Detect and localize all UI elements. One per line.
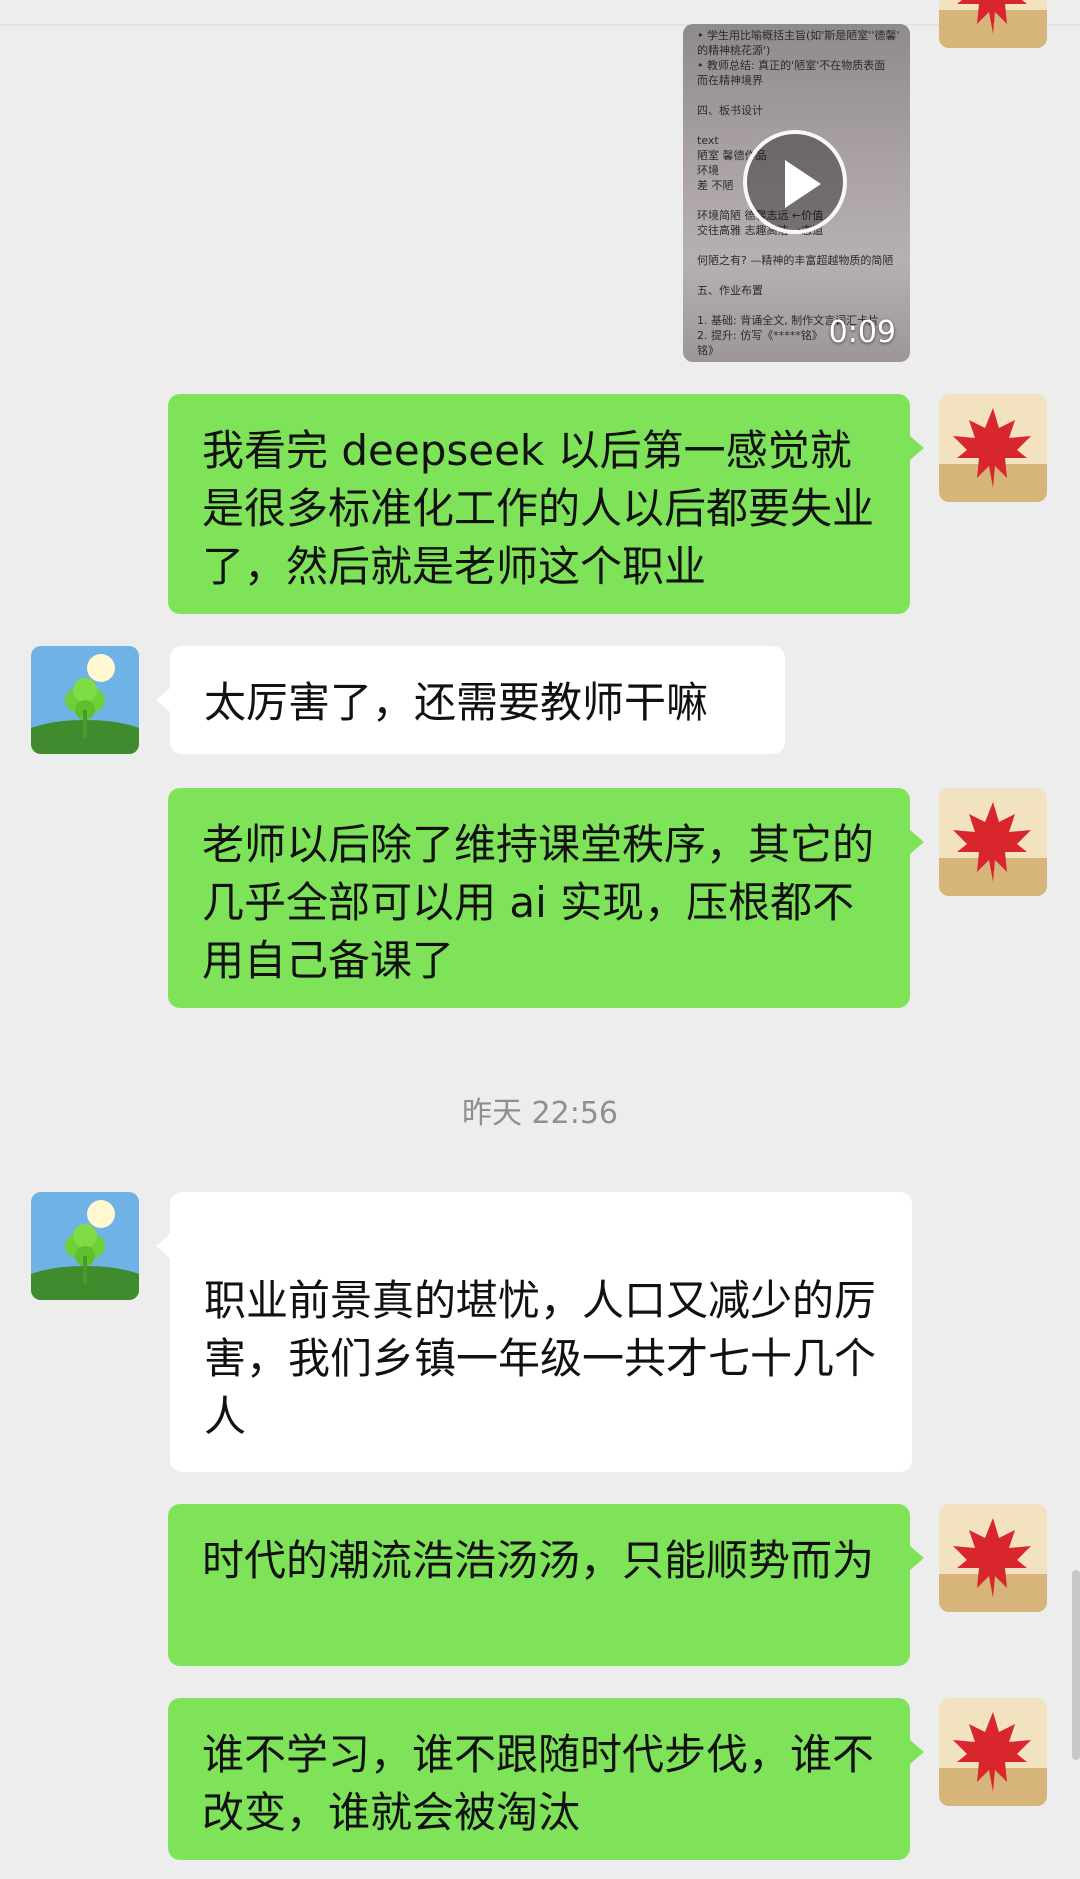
video-doc-line	[697, 268, 900, 283]
message-text: 老师以后除了维持课堂秩序，其它的几乎全部可以用 ai 实现，压根都不用自己备课了	[202, 820, 875, 985]
bubble-tail	[910, 830, 924, 854]
bubble-tail	[156, 688, 170, 712]
red-maple-leaf-icon	[939, 394, 1047, 502]
self-avatar[interactable]	[939, 1698, 1047, 1806]
contact-avatar[interactable]	[31, 646, 139, 754]
bubble-tail	[910, 1546, 924, 1570]
four-leaf-clover-icon	[31, 646, 139, 754]
message-text: 职业前景真的堪忧，人口又减少的厉害，我们乡镇一年级一共才七十几个人	[204, 1276, 877, 1441]
message-bubble-received[interactable]: 太厉害了，还需要教师干嘛	[170, 646, 785, 754]
self-avatar[interactable]	[939, 788, 1047, 896]
video-doc-line: 四、板书设计	[697, 104, 763, 117]
red-maple-leaf-icon	[939, 788, 1047, 896]
video-doc-line: • 学生用比喻概括主旨(如'斯是陋室''德馨'	[697, 29, 900, 42]
message-text: 谁不学习，谁不跟随时代步伐，谁不改变，谁就会被淘汰	[202, 1730, 875, 1837]
message-bubble-received[interactable]: 职业前景真的堪忧，人口又减少的厉害，我们乡镇一年级一共才七十几个人	[170, 1192, 912, 1472]
self-avatar[interactable]	[939, 0, 1047, 48]
play-icon[interactable]	[743, 130, 847, 234]
video-message[interactable]: • 学生用比喻概括主旨(如'斯是陋室''德馨' 的精神桃花源') • 教师总结: 真…	[683, 24, 910, 362]
video-doc-line	[697, 238, 900, 253]
video-doc-line	[697, 88, 900, 103]
self-avatar[interactable]	[939, 1504, 1047, 1612]
red-maple-leaf-icon	[939, 1504, 1047, 1612]
four-leaf-clover-icon	[31, 1192, 139, 1300]
self-avatar[interactable]	[939, 394, 1047, 502]
chat-timestamp: 昨天 22:56	[462, 1096, 618, 1131]
message-bubble-sent[interactable]: 老师以后除了维持课堂秩序，其它的几乎全部可以用 ai 实现，压根都不用自己备课了	[168, 788, 910, 1008]
message-text: 太厉害了，还需要教师干嘛	[204, 678, 709, 727]
bubble-tail	[910, 436, 924, 460]
message-bubble-sent[interactable]: 时代的潮流浩浩汤汤，只能顺势而为	[168, 1504, 910, 1666]
message-bubble-sent[interactable]: 我看完 deepseek 以后第一感觉就是很多标准化工作的人以后都要失业了，然后…	[168, 394, 910, 614]
video-doc-line: 五、作业布置	[697, 284, 763, 297]
message-text: 时代的潮流浩浩汤汤，只能顺势而为	[202, 1536, 875, 1585]
red-maple-leaf-icon	[939, 1698, 1047, 1806]
message-text: 我看完 deepseek 以后第一感觉就是很多标准化工作的人以后都要失业了，然后…	[202, 426, 875, 591]
video-duration: 0:09	[828, 315, 896, 350]
contact-avatar[interactable]	[31, 1192, 139, 1300]
video-doc-line: 而在精神境界	[697, 74, 763, 87]
video-doc-line: 何陋之有? —精神的丰富超越物质的简陋	[697, 254, 894, 267]
video-doc-line: • 教师总结: 真正的'陋室'不在物质表面	[697, 59, 886, 72]
video-doc-line	[697, 298, 900, 313]
video-doc-line: 的精神桃花源')	[697, 44, 771, 57]
message-bubble-sent[interactable]: 谁不学习，谁不跟随时代步伐，谁不改变，谁就会被淘汰	[168, 1698, 910, 1860]
top-divider	[0, 24, 1080, 26]
scrollbar[interactable]	[1072, 1570, 1080, 1760]
red-maple-leaf-icon	[939, 0, 1047, 48]
bubble-tail	[156, 1234, 170, 1258]
bubble-tail	[910, 1740, 924, 1764]
